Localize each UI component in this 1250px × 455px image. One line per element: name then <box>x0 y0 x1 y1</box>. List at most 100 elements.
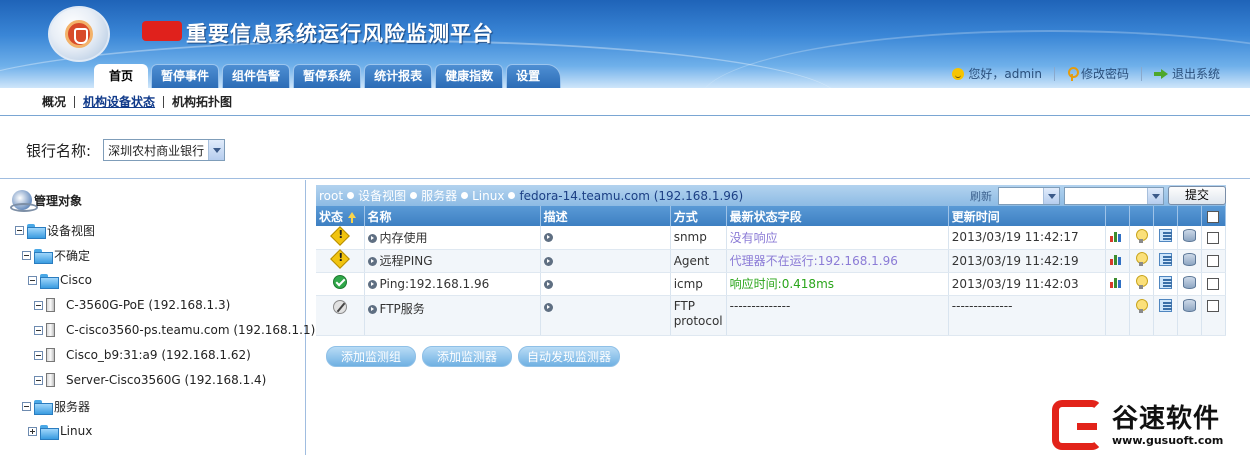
database-icon[interactable] <box>1182 252 1196 266</box>
monitor-update-time: 2013/03/19 11:42:19 <box>948 249 1106 273</box>
refresh-interval-value: 1分钟 <box>1002 189 1035 203</box>
tree-root[interactable]: 管理对象 <box>10 190 82 212</box>
collapse-icon[interactable] <box>22 251 31 260</box>
monitor-name[interactable]: FTP服务 <box>380 302 425 316</box>
tree-node-label: Linux <box>60 424 93 438</box>
tree-node-uncertain[interactable]: 不确定 <box>22 247 90 264</box>
tree-node-device[interactable]: C-3560G-PoE (192.168.1.3) <box>34 298 230 312</box>
submit-button[interactable]: 提交 <box>1167 186 1226 205</box>
action-select-value: 启动监测 <box>1068 189 1117 203</box>
database-icon[interactable] <box>1182 298 1196 312</box>
arrow-bullet-icon <box>367 257 377 266</box>
monitor-latest-status: 代理器不在运行:192.168.1.96 <box>726 249 949 273</box>
col-description[interactable]: 描述 <box>540 206 671 226</box>
logout-label: 退出系统 <box>1171 67 1220 81</box>
change-password-link[interactable]: 修改密码 <box>1067 65 1129 82</box>
chevron-down-icon <box>208 140 225 160</box>
collapse-icon[interactable] <box>34 350 43 360</box>
bar-chart-icon[interactable] <box>1110 276 1124 288</box>
arrow-bullet-icon[interactable] <box>543 302 553 312</box>
tab-reports[interactable]: 统计报表 <box>364 64 433 88</box>
breadcrumb-linux[interactable]: Linux <box>472 189 504 203</box>
col-method[interactable]: 方式 <box>670 206 727 226</box>
row-checkbox[interactable] <box>1207 255 1220 267</box>
collapse-icon[interactable] <box>15 226 24 235</box>
breadcrumb-current: fedora-14.teamu.com (192.168.1.96) <box>519 188 744 203</box>
chevron-down-icon <box>1042 187 1059 204</box>
auto-discover-button[interactable]: 自动发现监测器 <box>518 346 621 367</box>
tab-component-alerts[interactable]: 组件告警 <box>222 64 291 88</box>
tree-node-device[interactable]: Server-Cisco3560G (192.168.1.4) <box>34 373 266 387</box>
action-select[interactable]: 启动监测 <box>1063 186 1164 205</box>
arrow-bullet-icon[interactable] <box>543 279 553 289</box>
refresh-interval-select[interactable]: 1分钟 <box>997 186 1060 205</box>
bank-select[interactable]: 深圳农村商业银行 <box>103 139 226 161</box>
subnav-topology[interactable]: 机构拓扑图 <box>164 96 240 108</box>
tab-paused-systems[interactable]: 暂停系统 <box>293 64 362 88</box>
tree-node-device[interactable]: C-cisco3560-ps.teamu.com (192.168.1.1) <box>34 323 315 337</box>
breadcrumb-device-view[interactable]: 设备视图 <box>358 187 406 204</box>
arrow-bullet-icon[interactable] <box>543 233 553 243</box>
tab-settings[interactable]: 设置 <box>506 64 562 88</box>
database-icon[interactable] <box>1182 275 1196 289</box>
arrow-bullet-icon <box>367 233 377 243</box>
tree-node-label: 不确定 <box>54 249 91 263</box>
lightbulb-icon[interactable] <box>1136 275 1149 289</box>
row-checkbox[interactable] <box>1207 231 1220 244</box>
monitor-name[interactable]: 远程PING <box>380 254 433 268</box>
action-buttons: 添加监测组 添加监测器 自动发现监测器 <box>326 346 621 367</box>
tree-node-device-view[interactable]: 设备视图 <box>15 222 95 239</box>
database-icon[interactable] <box>1182 229 1196 243</box>
tree-node-device[interactable]: Cisco_b9:31:a9 (192.168.1.62) <box>34 348 251 362</box>
subnav-overview[interactable]: 概况 <box>42 95 76 108</box>
logout-link[interactable]: 退出系统 <box>1153 65 1220 82</box>
col-latest-status[interactable]: 最新状态字段 <box>726 206 949 226</box>
collapse-icon[interactable] <box>34 300 43 310</box>
breadcrumb-servers[interactable]: 服务器 <box>421 187 457 204</box>
col-name[interactable]: 名称 <box>364 206 541 226</box>
add-monitor-button[interactable]: 添加监测器 <box>422 346 513 367</box>
monitor-method: snmp <box>670 226 727 250</box>
folder-icon <box>34 400 53 415</box>
section-divider <box>0 178 1250 179</box>
lightbulb-icon[interactable] <box>1136 228 1149 243</box>
collapse-icon[interactable] <box>34 325 43 335</box>
edit-icon[interactable] <box>1158 252 1172 266</box>
bar-chart-icon[interactable] <box>1110 253 1124 265</box>
tab-health-index[interactable]: 健康指数 <box>435 64 504 88</box>
monitor-name[interactable]: Ping:192.168.1.96 <box>380 277 490 291</box>
lightbulb-icon[interactable] <box>1136 298 1149 313</box>
monitor-method: icmp <box>670 272 727 296</box>
monitor-latest-status: 没有响应 <box>726 226 949 250</box>
tree-node-servers[interactable]: 服务器 <box>22 398 90 415</box>
tree-node-label: Server-Cisco3560G (192.168.1.4) <box>66 373 267 387</box>
lightbulb-icon[interactable] <box>1136 252 1149 266</box>
sub-nav: 概况 机构设备状态 机构拓扑图 <box>0 88 1250 116</box>
collapse-icon[interactable] <box>22 402 31 411</box>
col-status[interactable]: 状态 <box>316 206 365 226</box>
arrow-bullet-icon <box>367 304 377 314</box>
row-checkbox[interactable] <box>1207 278 1220 290</box>
arrow-bullet-icon[interactable] <box>543 256 553 266</box>
monitor-name[interactable]: 内存使用 <box>380 231 428 245</box>
tree-node-linux[interactable]: Linux <box>28 424 93 440</box>
bar-chart-icon[interactable] <box>1110 230 1124 242</box>
subnav-device-status[interactable]: 机构设备状态 <box>75 95 165 108</box>
add-monitor-group-button[interactable]: 添加监测组 <box>326 346 417 367</box>
breadcrumb-root[interactable]: root <box>319 189 343 203</box>
tree-node-cisco[interactable]: Cisco <box>28 273 92 289</box>
sort-up-icon[interactable] <box>347 211 357 223</box>
expand-icon[interactable] <box>28 426 37 436</box>
col-update-time[interactable]: 更新时间 <box>948 206 1106 226</box>
watermark-url: www.gusuoft.com <box>1112 434 1224 447</box>
edit-icon[interactable] <box>1158 275 1172 289</box>
collapse-icon[interactable] <box>28 275 37 285</box>
edit-icon[interactable] <box>1158 298 1172 312</box>
exit-arrow-icon <box>1153 68 1168 79</box>
tab-home[interactable]: 首页 <box>94 64 149 88</box>
row-checkbox[interactable] <box>1207 300 1220 312</box>
collapse-icon[interactable] <box>34 375 43 385</box>
edit-icon[interactable] <box>1158 229 1172 243</box>
tab-paused-events[interactable]: 暂停事件 <box>151 64 220 88</box>
select-all-checkbox[interactable] <box>1207 210 1220 223</box>
